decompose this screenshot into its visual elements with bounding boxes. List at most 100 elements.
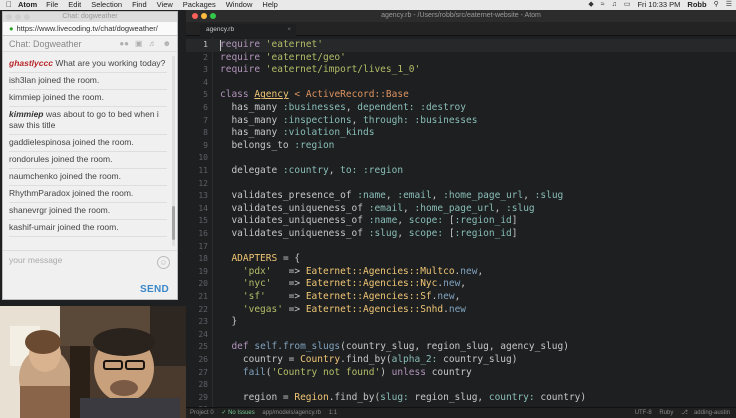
line-number[interactable]: 19 [186,266,208,279]
line-number[interactable]: 27 [186,367,208,380]
close-window-button[interactable] [6,14,12,20]
video-icon[interactable]: ▣ [135,39,143,48]
menu-edit[interactable]: Edit [68,0,81,10]
code-line[interactable]: 26 country = Country.find_by(alpha_2: co… [186,354,736,367]
battery-icon[interactable]: ▭ [624,0,631,10]
status-grammar[interactable]: Ruby [659,410,673,416]
code-line[interactable]: 20 'nyc' => Eaternet::Agencies::Nyc.new, [186,278,736,291]
message-scrollbar[interactable] [172,56,175,246]
code-line[interactable]: 14 validates_uniqueness_of :email, :home… [186,203,736,216]
emoji-icon[interactable]: ☺ [157,256,170,269]
code-line[interactable]: 15 validates_uniqueness_of :name, scope:… [186,215,736,228]
close-tab-icon[interactable]: × [287,24,291,36]
line-number[interactable]: 14 [186,203,208,216]
line-number[interactable]: 9 [186,140,208,153]
code-line[interactable]: 22 'vegas' => Eaternet::Agencies::Snhd.n… [186,304,736,317]
message-input[interactable]: your message ☺ [3,250,177,280]
line-number[interactable]: 5 [186,89,208,102]
code-line[interactable]: 1 require 'eaternet' [186,39,736,52]
menu-find[interactable]: Find [132,0,147,10]
line-number[interactable]: 6 [186,102,208,115]
line-number[interactable]: 16 [186,228,208,241]
line-number[interactable]: 26 [186,354,208,367]
line-number[interactable]: 15 [186,215,208,228]
zoom-window-button[interactable] [210,13,216,19]
code-line[interactable]: 8 has_many :violation_kinds [186,127,736,140]
line-number[interactable]: 4 [186,77,208,90]
line-number[interactable]: 7 [186,115,208,128]
menu-packages[interactable]: Packages [183,0,216,10]
menu-window[interactable]: Window [226,0,253,10]
line-number[interactable]: 10 [186,152,208,165]
line-number[interactable]: 22 [186,304,208,317]
code-line[interactable]: 2 require 'eaternet/geo' [186,52,736,65]
code-line[interactable]: 27 fail('Country not found') unless coun… [186,367,736,380]
search-icon[interactable]: ⚲ [714,0,719,10]
send-button[interactable]: SEND [140,284,169,295]
status-project[interactable]: Project 0 [190,410,214,416]
dropbox-icon[interactable]: ◆ [588,0,593,10]
code-editor[interactable]: 1 require 'eaternet' 2 require 'eaternet/ge… [186,37,736,407]
line-number[interactable]: 18 [186,253,208,266]
code-line[interactable]: 29 region = Region.find_by(slug: region_… [186,392,736,405]
code-line[interactable]: 9 belongs_to :region [186,140,736,153]
volume-icon[interactable]: ♫ [612,0,617,10]
code-line[interactable]: 5 class Agency < ActiveRecord::Base [186,89,736,102]
menubar-user[interactable]: Robb [687,0,706,10]
code-line[interactable]: 24 [186,329,736,342]
line-number[interactable]: 28 [186,379,208,392]
minimize-window-button[interactable] [201,13,207,19]
apple-icon[interactable]:  [0,0,18,10]
line-number[interactable]: 25 [186,341,208,354]
line-number[interactable]: 8 [186,127,208,140]
code-line[interactable]: 10 [186,152,736,165]
code-line[interactable]: 11 delegate :country, to: :region [186,165,736,178]
code-line[interactable]: 18 ADAPTERS = { [186,253,736,266]
menu-app-name[interactable]: Atom [18,0,37,10]
code-line[interactable]: 6 has_many :businesses, dependent: :dest… [186,102,736,115]
code-line[interactable]: 25 def self.from_slugs(country_slug, reg… [186,341,736,354]
line-number[interactable]: 3 [186,64,208,77]
code-line[interactable]: 4 [186,77,736,90]
status-cursor-position[interactable]: 1:1 [329,410,337,416]
line-number[interactable]: 21 [186,291,208,304]
line-number[interactable]: 1 [186,39,208,52]
menu-selection[interactable]: Selection [91,0,122,10]
code-line[interactable]: 19 'pdx' => Eaternet::Agencies::Multco.n… [186,266,736,279]
message-username[interactable]: ghastlyccc [9,58,53,68]
code-line[interactable]: 28 [186,379,736,392]
message-username[interactable]: kimmiep [9,109,44,119]
users-icon[interactable]: ●● [119,39,129,48]
code-line[interactable]: 16 validates_uniqueness_of :slug, scope:… [186,228,736,241]
notification-center-icon[interactable]: ☰ [726,0,732,10]
line-number[interactable]: 24 [186,329,208,342]
line-number[interactable]: 23 [186,316,208,329]
zoom-window-button[interactable] [24,14,30,20]
minimize-window-button[interactable] [15,14,21,20]
code-line[interactable]: 7 has_many :inspections, through: :busin… [186,115,736,128]
line-number[interactable]: 13 [186,190,208,203]
message-list[interactable]: ghastlyccc What are you working today? is… [3,54,173,248]
sound-icon[interactable]: ♬ [149,39,157,48]
code-line[interactable]: 12 [186,178,736,191]
user-icon[interactable]: ☻ [163,39,171,48]
line-number[interactable]: 2 [186,52,208,65]
wifi-icon[interactable]: ≈ [601,0,605,10]
code-line[interactable]: 23 } [186,316,736,329]
menu-file[interactable]: File [46,0,58,10]
scrollbar-thumb[interactable] [172,206,175,240]
line-number[interactable]: 20 [186,278,208,291]
address-url[interactable]: https://www.livecoding.tv/chat/dogweathe… [17,24,158,33]
menu-help[interactable]: Help [262,0,277,10]
line-number[interactable]: 29 [186,392,208,405]
tab-agency-rb[interactable]: agency.rb × [200,24,296,36]
address-bar[interactable]: ● https://www.livecoding.tv/chat/dogweath… [3,22,177,36]
code-line[interactable]: 13 validates_presence_of :name, :email, … [186,190,736,203]
code-line[interactable]: 21 'sf' => Eaternet::Agencies::Sf.new, [186,291,736,304]
status-lint[interactable]: ✓ No Issues [221,410,254,416]
status-encoding[interactable]: UTF-8 [635,410,652,416]
code-line[interactable]: 17 [186,241,736,254]
status-git-branch[interactable]: adding-austin [694,410,730,416]
menu-view[interactable]: View [157,0,173,10]
line-number[interactable]: 12 [186,178,208,191]
